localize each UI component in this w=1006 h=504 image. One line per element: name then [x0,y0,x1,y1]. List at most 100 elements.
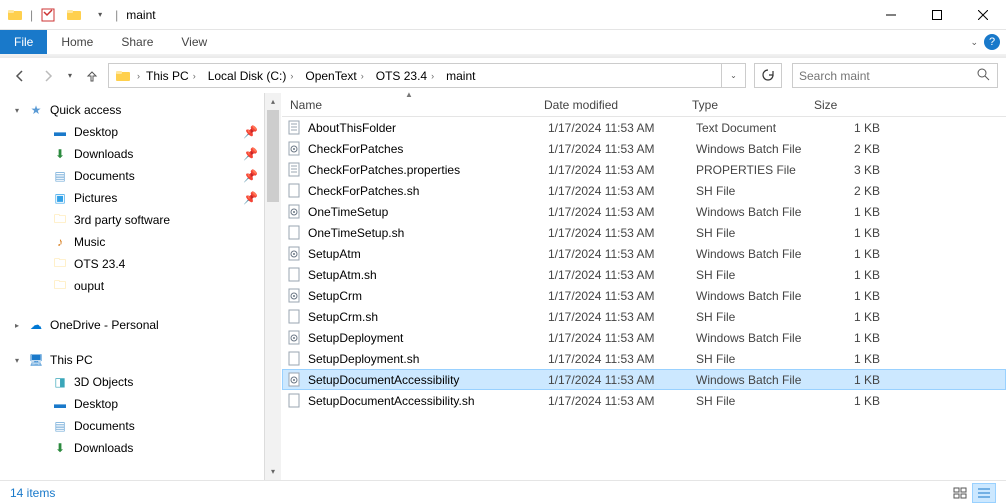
col-name[interactable]: Name▲ [282,93,536,116]
file-name: SetupCrm [308,289,362,303]
nav-ouput[interactable]: ▸🗀ouput [0,275,264,297]
nav-scrollbar[interactable]: ▴ ▾ [264,93,281,480]
breadcrumb-history-icon[interactable]: ⌄ [721,64,745,87]
file-row[interactable]: SetupDeployment.sh1/17/2024 11:53 AMSH F… [282,348,1006,369]
nav-pane[interactable]: ▾★Quick access ▸▬Desktop📌 ▸⬇Downloads📌 ▸… [0,93,264,480]
close-button[interactable] [960,0,1006,30]
view-details-button[interactable] [972,483,996,503]
nav-music[interactable]: ▸♪Music [0,231,264,253]
col-size[interactable]: Size [806,93,1006,116]
qat-separator: | [30,8,33,22]
nav-quick-access[interactable]: ▾★Quick access [0,99,264,121]
file-row[interactable]: SetupDeployment1/17/2024 11:53 AMWindows… [282,327,1006,348]
file-size: 1 KB [810,121,888,135]
forward-button[interactable] [36,64,60,88]
scroll-down-icon[interactable]: ▾ [265,463,281,480]
help-icon[interactable]: ? [984,34,1000,50]
minimize-button[interactable] [868,0,914,30]
file-name: CheckForPatches.properties [308,163,460,177]
ribbon-expand-icon[interactable]: ⌄ [970,37,978,48]
file-row[interactable]: SetupAtm 1/17/2024 11:53 AMWindows Batch … [282,243,1006,264]
nav-documents2[interactable]: ▸▤Documents [0,415,264,437]
file-size: 1 KB [810,205,888,219]
file-name: SetupDocumentAccessibility [308,373,459,387]
file-name: SetupCrm.sh [308,310,378,324]
breadcrumb-item-3[interactable]: OTS 23.4› [370,67,440,85]
title-bar: | ▾ | maint [0,0,1006,30]
breadcrumb-item-2[interactable]: OpenText› [299,67,369,85]
nav-documents[interactable]: ▸▤Documents📌 [0,165,264,187]
file-size: 1 KB [810,289,888,303]
file-row[interactable]: SetupAtm.sh1/17/2024 11:53 AMSH File1 KB [282,264,1006,285]
file-row[interactable]: SetupCrm1/17/2024 11:53 AMWindows Batch … [282,285,1006,306]
file-row[interactable]: SetupDocumentAccessibility1/17/2024 11:5… [282,369,1006,390]
up-button[interactable] [80,64,104,88]
nav-downloads[interactable]: ▸⬇Downloads📌 [0,143,264,165]
nav-onedrive[interactable]: ▸☁OneDrive - Personal [0,314,264,336]
file-icon [286,204,302,220]
nav-this-pc[interactable]: ▾🖥This PC [0,349,264,371]
qat-newfolder-icon[interactable] [63,4,85,26]
file-type: Windows Batch File [688,247,810,261]
file-list[interactable]: AboutThisFolder1/17/2024 11:53 AMText Do… [282,117,1006,480]
file-name: SetupDocumentAccessibility.sh [308,394,475,408]
file-row[interactable]: SetupDocumentAccessibility.sh1/17/2024 1… [282,390,1006,411]
music-icon: ♪ [52,234,68,250]
maximize-button[interactable] [914,0,960,30]
objects-icon: ◨ [52,374,68,390]
breadcrumb-item-0[interactable]: This PC› [140,67,202,85]
tab-share[interactable]: Share [107,30,167,54]
search-box[interactable] [792,63,998,88]
qat-dropdown-icon[interactable]: ▾ [89,4,111,26]
search-input[interactable] [793,69,969,83]
file-type: SH File [688,268,810,282]
folder-icon: 🗀 [52,212,68,228]
refresh-button[interactable] [754,63,782,88]
file-name: SetupAtm.sh [308,268,377,282]
breadcrumb-item-4[interactable]: maint [440,67,481,85]
nav-downloads2[interactable]: ▸⬇Downloads [0,437,264,459]
file-type: Windows Batch File [688,331,810,345]
breadcrumb-item-1[interactable]: Local Disk (C:)› [202,67,300,85]
scroll-thumb[interactable] [267,110,279,202]
nav-ots[interactable]: ▸🗀OTS 23.4 [0,253,264,275]
file-date: 1/17/2024 11:53 AM [540,121,688,135]
nav-3rdparty[interactable]: ▸🗀3rd party software [0,209,264,231]
file-row[interactable]: OneTimeSetup.sh1/17/2024 11:53 AMSH File… [282,222,1006,243]
file-row[interactable]: OneTimeSetup1/17/2024 11:53 AMWindows Ba… [282,201,1006,222]
tab-home[interactable]: Home [47,30,107,54]
nav-desktop[interactable]: ▸▬Desktop📌 [0,121,264,143]
file-date: 1/17/2024 11:53 AM [540,289,688,303]
nav-3dobjects[interactable]: ▸◨3D Objects [0,371,264,393]
file-row[interactable]: CheckForPatches.sh1/17/2024 11:53 AMSH F… [282,180,1006,201]
col-type[interactable]: Type [684,93,806,116]
file-name: SetupDeployment [308,331,403,345]
file-size: 2 KB [810,142,888,156]
nav-desktop2[interactable]: ▸▬Desktop [0,393,264,415]
view-thumbnails-button[interactable] [948,483,972,503]
search-icon[interactable] [969,68,997,84]
file-date: 1/17/2024 11:53 AM [540,247,688,261]
nav-pictures[interactable]: ▸▣Pictures📌 [0,187,264,209]
file-date: 1/17/2024 11:53 AM [540,226,688,240]
file-icon [286,225,302,241]
qat-properties-icon[interactable] [37,4,59,26]
tab-view[interactable]: View [167,30,221,54]
file-row[interactable]: AboutThisFolder1/17/2024 11:53 AMText Do… [282,117,1006,138]
file-icon [286,288,302,304]
back-button[interactable] [8,64,32,88]
status-bar: 14 items [0,480,1006,504]
file-name: CheckForPatches [308,142,403,156]
recent-dropdown[interactable]: ▾ [64,64,76,88]
tab-file[interactable]: File [0,30,47,54]
file-row[interactable]: CheckForPatches1/17/2024 11:53 AMWindows… [282,138,1006,159]
file-icon [286,141,302,157]
file-row[interactable]: CheckForPatches.properties1/17/2024 11:5… [282,159,1006,180]
ribbon-tabs: File Home Share View ⌄ ? [0,30,1006,54]
col-date[interactable]: Date modified [536,93,684,116]
file-row[interactable]: SetupCrm.sh1/17/2024 11:53 AMSH File1 KB [282,306,1006,327]
scroll-up-icon[interactable]: ▴ [265,93,281,110]
address-bar-row: ▾ › This PC› Local Disk (C:)› OpenText› … [0,58,1006,93]
file-name: SetupAtm [308,247,361,261]
breadcrumb[interactable]: › This PC› Local Disk (C:)› OpenText› OT… [108,63,746,88]
